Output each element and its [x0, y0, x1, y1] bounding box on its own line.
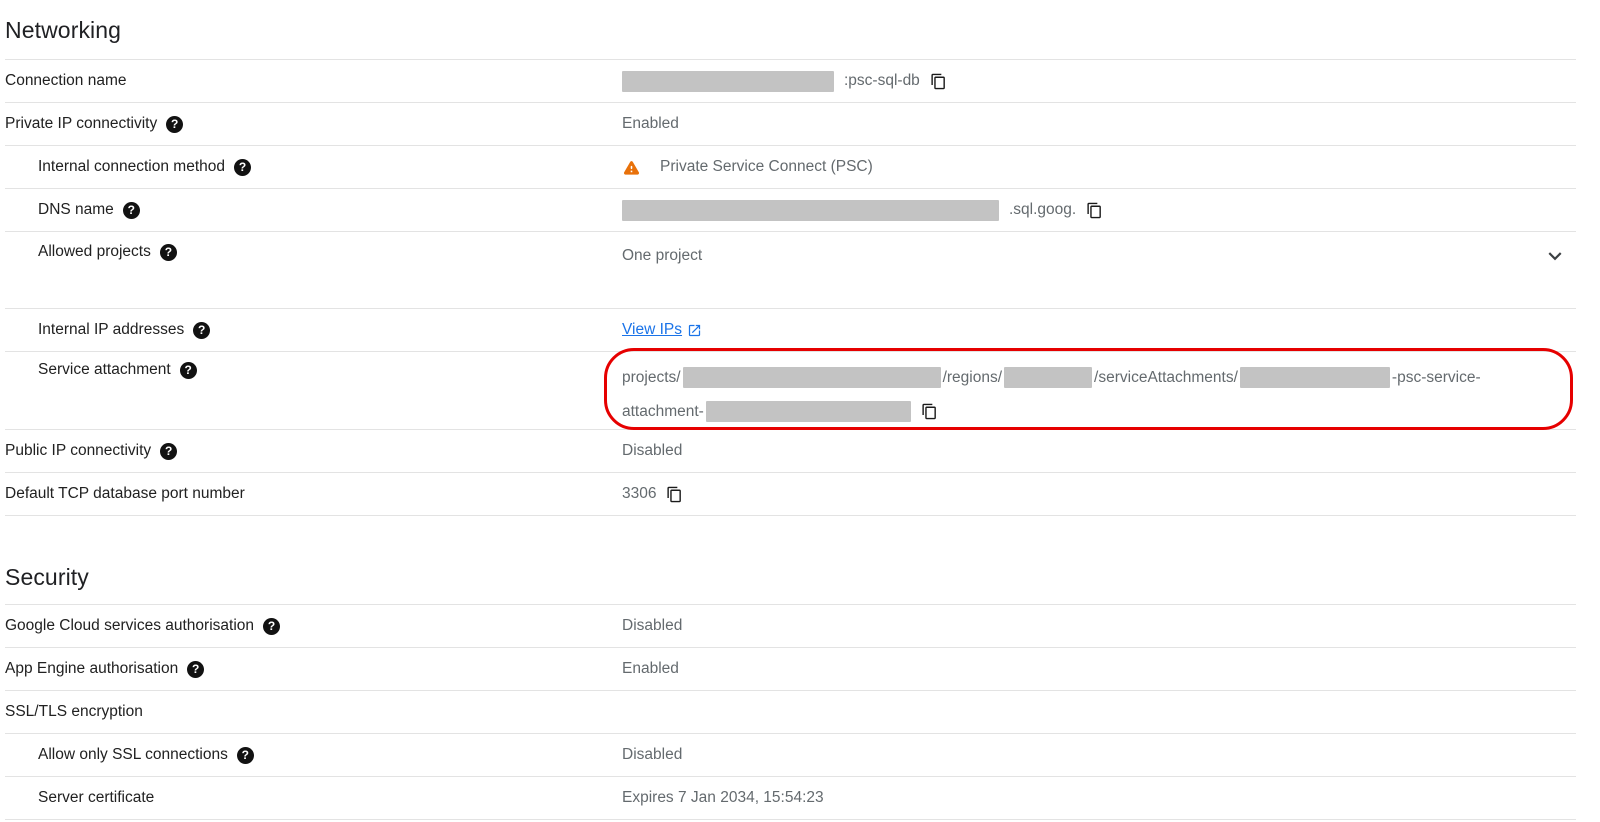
row-app-engine-auth: App Engine authorisation ? Enabled [5, 647, 1576, 690]
default-tcp-port-value: 3306 [622, 485, 656, 503]
public-ip-value: Disabled [622, 442, 682, 460]
copy-icon[interactable] [1086, 202, 1103, 219]
sa-path-part4: -psc-service- [1392, 369, 1481, 386]
warning-icon [622, 158, 641, 177]
help-icon[interactable]: ? [234, 159, 251, 176]
dns-name-label: DNS name [38, 201, 114, 219]
redacted-sa-project [683, 367, 941, 388]
help-icon[interactable]: ? [187, 661, 204, 678]
dns-name-value: .sql.goog. [1009, 201, 1076, 219]
row-internal-connection-method: Internal connection method ? Private Ser… [5, 145, 1576, 188]
copy-icon[interactable] [666, 486, 683, 503]
chevron-down-icon[interactable] [1542, 243, 1568, 269]
app-engine-auth-label: App Engine authorisation [5, 660, 178, 678]
view-ips-link-label: View IPs [622, 321, 682, 339]
server-certificate-label: Server certificate [38, 789, 154, 807]
service-attachment-value: projects/ /regions/ /serviceAttachments/ -p… [622, 361, 1481, 429]
instance-details-panel: Networking Connection name :psc-sql-db P… [0, 0, 1576, 820]
sa-path-part1: projects/ [622, 369, 681, 386]
connection-name-value: :psc-sql-db [844, 72, 920, 90]
redacted-project-id [622, 71, 834, 92]
help-icon[interactable]: ? [237, 747, 254, 764]
help-icon[interactable]: ? [123, 202, 140, 219]
security-section-title: Security [5, 516, 1576, 604]
help-icon[interactable]: ? [193, 322, 210, 339]
gcs-auth-value: Disabled [622, 617, 682, 635]
app-engine-auth-value: Enabled [622, 660, 679, 678]
networking-section-title: Networking [5, 0, 1576, 59]
sa-path-part3: /serviceAttachments/ [1094, 369, 1238, 386]
row-server-certificate: Server certificate Expires 7 Jan 2034, 1… [5, 776, 1576, 819]
external-link-icon [687, 323, 702, 338]
gcs-auth-label: Google Cloud services authorisation [5, 617, 254, 635]
private-ip-label: Private IP connectivity [5, 115, 157, 133]
row-allowed-projects: Allowed projects ? One project [5, 231, 1576, 308]
copy-icon[interactable] [921, 403, 938, 420]
allow-only-ssl-value: Disabled [622, 746, 682, 764]
server-certificate-value: Expires 7 Jan 2034, 15:54:23 [622, 789, 824, 807]
row-internal-ip-addresses: Internal IP addresses ? View IPs [5, 308, 1576, 351]
row-connection-name: Connection name :psc-sql-db [5, 59, 1576, 102]
help-icon[interactable]: ? [180, 362, 197, 379]
sa-path-part2: /regions/ [943, 369, 1002, 386]
allowed-projects-value: One project [622, 247, 702, 265]
redacted-sa-name [1240, 367, 1390, 388]
view-ips-link[interactable]: View IPs [622, 321, 702, 339]
private-ip-value: Enabled [622, 115, 679, 133]
help-icon[interactable]: ? [160, 443, 177, 460]
row-service-attachment: Service attachment ? projects/ /regions/ /… [5, 351, 1576, 429]
help-icon[interactable]: ? [263, 618, 280, 635]
connection-name-label: Connection name [5, 72, 127, 90]
internal-connection-method-value: Private Service Connect (PSC) [660, 158, 873, 176]
public-ip-label: Public IP connectivity [5, 442, 151, 460]
service-attachment-label: Service attachment [38, 361, 171, 379]
row-allow-only-ssl: Allow only SSL connections ? Disabled [5, 733, 1576, 776]
help-icon[interactable]: ? [166, 116, 183, 133]
row-dns-name: DNS name ? .sql.goog. [5, 188, 1576, 231]
row-ssl-tls-encryption: SSL/TLS encryption [5, 690, 1576, 733]
internal-ip-addresses-label: Internal IP addresses [38, 321, 184, 339]
networking-section: Connection name :psc-sql-db Private IP c… [5, 59, 1576, 516]
row-private-ip-connectivity: Private IP connectivity ? Enabled [5, 102, 1576, 145]
row-google-cloud-services-auth: Google Cloud services authorisation ? Di… [5, 604, 1576, 647]
redacted-sa-suffix [706, 401, 911, 422]
sa-path-part5: attachment- [622, 403, 704, 420]
internal-connection-method-label: Internal connection method [38, 158, 225, 176]
ssl-tls-label: SSL/TLS encryption [5, 703, 143, 721]
allow-only-ssl-label: Allow only SSL connections [38, 746, 228, 764]
copy-icon[interactable] [930, 73, 947, 90]
help-icon[interactable]: ? [160, 244, 177, 261]
row-public-ip-connectivity: Public IP connectivity ? Disabled [5, 429, 1576, 472]
allowed-projects-label: Allowed projects [38, 243, 151, 261]
redacted-dns-prefix [622, 200, 999, 221]
security-section: Google Cloud services authorisation ? Di… [5, 604, 1576, 820]
default-tcp-port-label: Default TCP database port number [5, 485, 245, 503]
redacted-sa-region [1004, 367, 1092, 388]
row-default-tcp-port: Default TCP database port number 3306 [5, 472, 1576, 515]
